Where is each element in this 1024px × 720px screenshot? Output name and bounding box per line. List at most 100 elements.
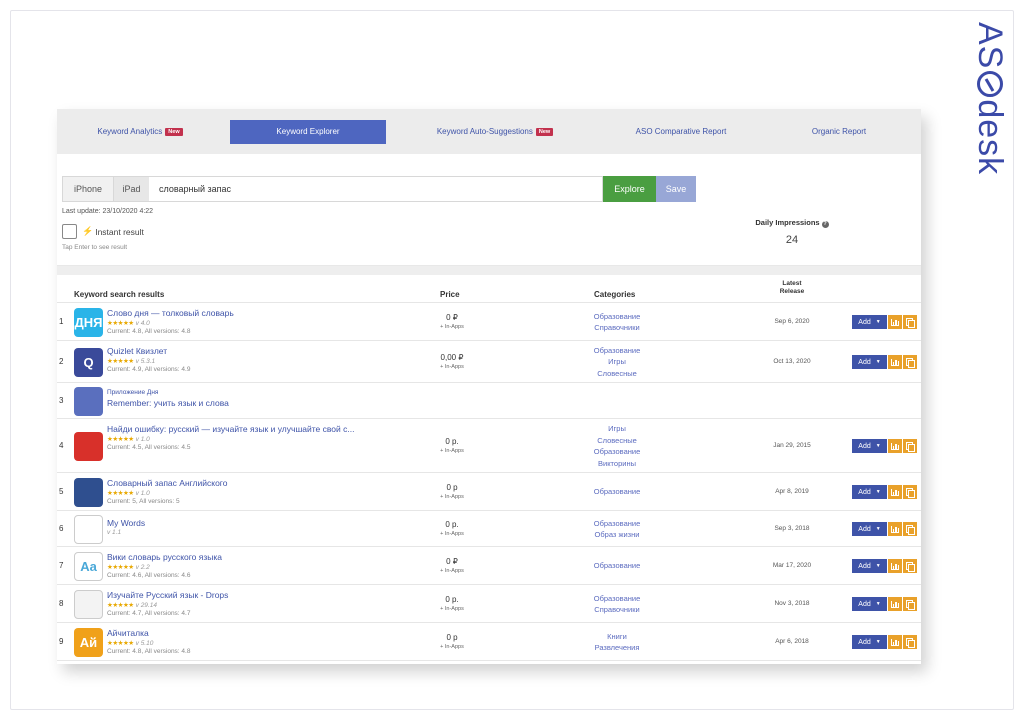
- category-link[interactable]: Образование: [567, 446, 667, 458]
- category-link[interactable]: Образование: [567, 345, 667, 357]
- chart-button[interactable]: [888, 635, 902, 649]
- category-link[interactable]: Книги: [567, 631, 667, 643]
- copy-button[interactable]: [903, 355, 917, 369]
- app-name-link[interactable]: Словарный запас Английского: [107, 478, 227, 488]
- help-icon[interactable]: ?: [821, 221, 829, 228]
- app-icon[interactable]: [74, 431, 103, 461]
- price-value: 0 ₽: [446, 313, 458, 322]
- row-rank: 1: [59, 317, 64, 326]
- row-actions: Add ▼: [852, 635, 917, 649]
- category-link[interactable]: Викторины: [567, 458, 667, 470]
- chart-button[interactable]: [888, 597, 902, 611]
- developer-name[interactable]: Приложение Дня: [107, 389, 229, 396]
- release-date: Sep 6, 2020: [774, 318, 810, 325]
- copy-icon: [906, 488, 915, 498]
- caret-down-icon: ▼: [875, 489, 881, 495]
- add-button[interactable]: Add ▼: [852, 522, 887, 536]
- price-value: 0 р.: [445, 595, 459, 604]
- app-name-link[interactable]: Слово дня — толковый словарь: [107, 308, 234, 318]
- app-icon[interactable]: [74, 514, 103, 544]
- chart-button[interactable]: [888, 439, 902, 453]
- instant-result-checkbox[interactable]: [62, 224, 77, 239]
- bar-chart-icon: [891, 600, 899, 608]
- keyword-search-input[interactable]: [149, 176, 603, 202]
- save-button[interactable]: Save: [656, 176, 696, 202]
- category-link[interactable]: Образование: [567, 560, 667, 572]
- daily-impressions-value: 24: [785, 234, 799, 246]
- category-link[interactable]: Справочники: [567, 604, 667, 616]
- in-apps-label: + In-Apps: [440, 568, 464, 574]
- app-icon[interactable]: [74, 589, 103, 619]
- app-icon[interactable]: Q: [74, 347, 103, 377]
- iphone-button[interactable]: iPhone: [63, 177, 113, 201]
- copy-button[interactable]: [903, 315, 917, 329]
- copy-button[interactable]: [903, 559, 917, 573]
- category-link[interactable]: Словесные: [567, 435, 667, 447]
- category-link[interactable]: Образ жизни: [567, 529, 667, 541]
- tab-keyword-analytics[interactable]: Keyword Analytics New: [57, 120, 223, 144]
- release-date: Jan 29, 2015: [773, 442, 811, 449]
- asodesk-logo: AS desk: [962, 22, 1009, 182]
- add-button[interactable]: Add ▼: [852, 597, 887, 611]
- price-cell: 0 р. + In-Apps: [422, 520, 482, 537]
- add-button[interactable]: Add ▼: [852, 355, 887, 369]
- category-link[interactable]: Словесные: [567, 368, 667, 380]
- tab-keyword-explorer[interactable]: Keyword Explorer: [230, 119, 386, 144]
- copy-button[interactable]: [903, 485, 917, 499]
- ipad-button[interactable]: iPad: [113, 177, 149, 201]
- tab-bar: Keyword Analytics New Keyword Explorer Ke…: [57, 109, 921, 154]
- tab-organic-report[interactable]: Organic Report: [764, 120, 914, 144]
- release-date: Sep 3, 2018: [774, 525, 810, 532]
- app-icon[interactable]: ДНЯ: [74, 307, 103, 337]
- rating-line: ★★★★★ v 5.10: [107, 639, 190, 648]
- category-link[interactable]: Образование: [567, 518, 667, 530]
- app-info: Quizlet Квизлет ★★★★★ v 5.3.1 Current: 4.9,…: [107, 346, 190, 373]
- category-link[interactable]: Образование: [567, 311, 667, 323]
- add-button[interactable]: Add ▼: [852, 315, 887, 329]
- explore-button[interactable]: Explore: [603, 176, 656, 202]
- add-button[interactable]: Add ▼: [852, 485, 887, 499]
- header-keyword: Keyword search results: [74, 290, 165, 299]
- copy-button[interactable]: [903, 522, 917, 536]
- add-button[interactable]: Add ▼: [852, 559, 887, 573]
- category-link[interactable]: Игры: [567, 423, 667, 435]
- app-icon[interactable]: Ай: [74, 627, 103, 657]
- app-version: v 1.0: [135, 435, 150, 443]
- app-info: Словарный запас Английского ★★★★★ v 1.0 Cur…: [107, 478, 227, 505]
- app-name-link[interactable]: Вики словарь русского языка: [107, 552, 222, 562]
- tab-keyword-auto-suggestions[interactable]: Keyword Auto-Suggestions New: [392, 120, 598, 144]
- category-link[interactable]: Образование: [567, 593, 667, 605]
- app-name-link[interactable]: My Words: [107, 518, 145, 528]
- chart-button[interactable]: [888, 522, 902, 536]
- copy-button[interactable]: [903, 439, 917, 453]
- rating-summary: Current: 5, All versions: 5: [107, 498, 180, 505]
- add-button[interactable]: Add ▼: [852, 439, 887, 453]
- category-link[interactable]: Справочники: [567, 322, 667, 334]
- tab-aso-comparative-report[interactable]: ASO Comparative Report: [601, 120, 761, 144]
- rating-line: ★★★★★ v 2.2: [107, 563, 222, 572]
- rating-line: ★★★★★ v 5.3.1: [107, 357, 190, 366]
- rating-summary: Current: 4.6, All versions: 4.6: [107, 572, 191, 579]
- chart-button[interactable]: [888, 485, 902, 499]
- app-name-link[interactable]: Remember: учить язык и слова: [107, 398, 229, 408]
- chart-button[interactable]: [888, 355, 902, 369]
- row-actions: Add ▼: [852, 315, 917, 329]
- app-icon[interactable]: [74, 386, 103, 416]
- header-categories: Categories: [594, 290, 636, 299]
- copy-button[interactable]: [903, 635, 917, 649]
- app-name-link[interactable]: Изучайте Русский язык - Drops: [107, 590, 228, 600]
- app-name-link[interactable]: Айчиталка: [107, 628, 190, 638]
- category-link[interactable]: Игры: [567, 356, 667, 368]
- add-button[interactable]: Add ▼: [852, 635, 887, 649]
- price-value: 0 р: [446, 633, 458, 642]
- app-icon[interactable]: Aa: [74, 551, 103, 581]
- copy-button[interactable]: [903, 597, 917, 611]
- price-cell: 0 р + In-Apps: [422, 483, 482, 500]
- chart-button[interactable]: [888, 315, 902, 329]
- category-link[interactable]: Образование: [567, 486, 667, 498]
- chart-button[interactable]: [888, 559, 902, 573]
- app-name-link[interactable]: Quizlet Квизлет: [107, 346, 190, 356]
- category-link[interactable]: Развлечения: [567, 642, 667, 654]
- app-name-link[interactable]: Найди ошибку: русский — изучайте язык и …: [107, 424, 354, 434]
- app-icon[interactable]: [74, 477, 103, 507]
